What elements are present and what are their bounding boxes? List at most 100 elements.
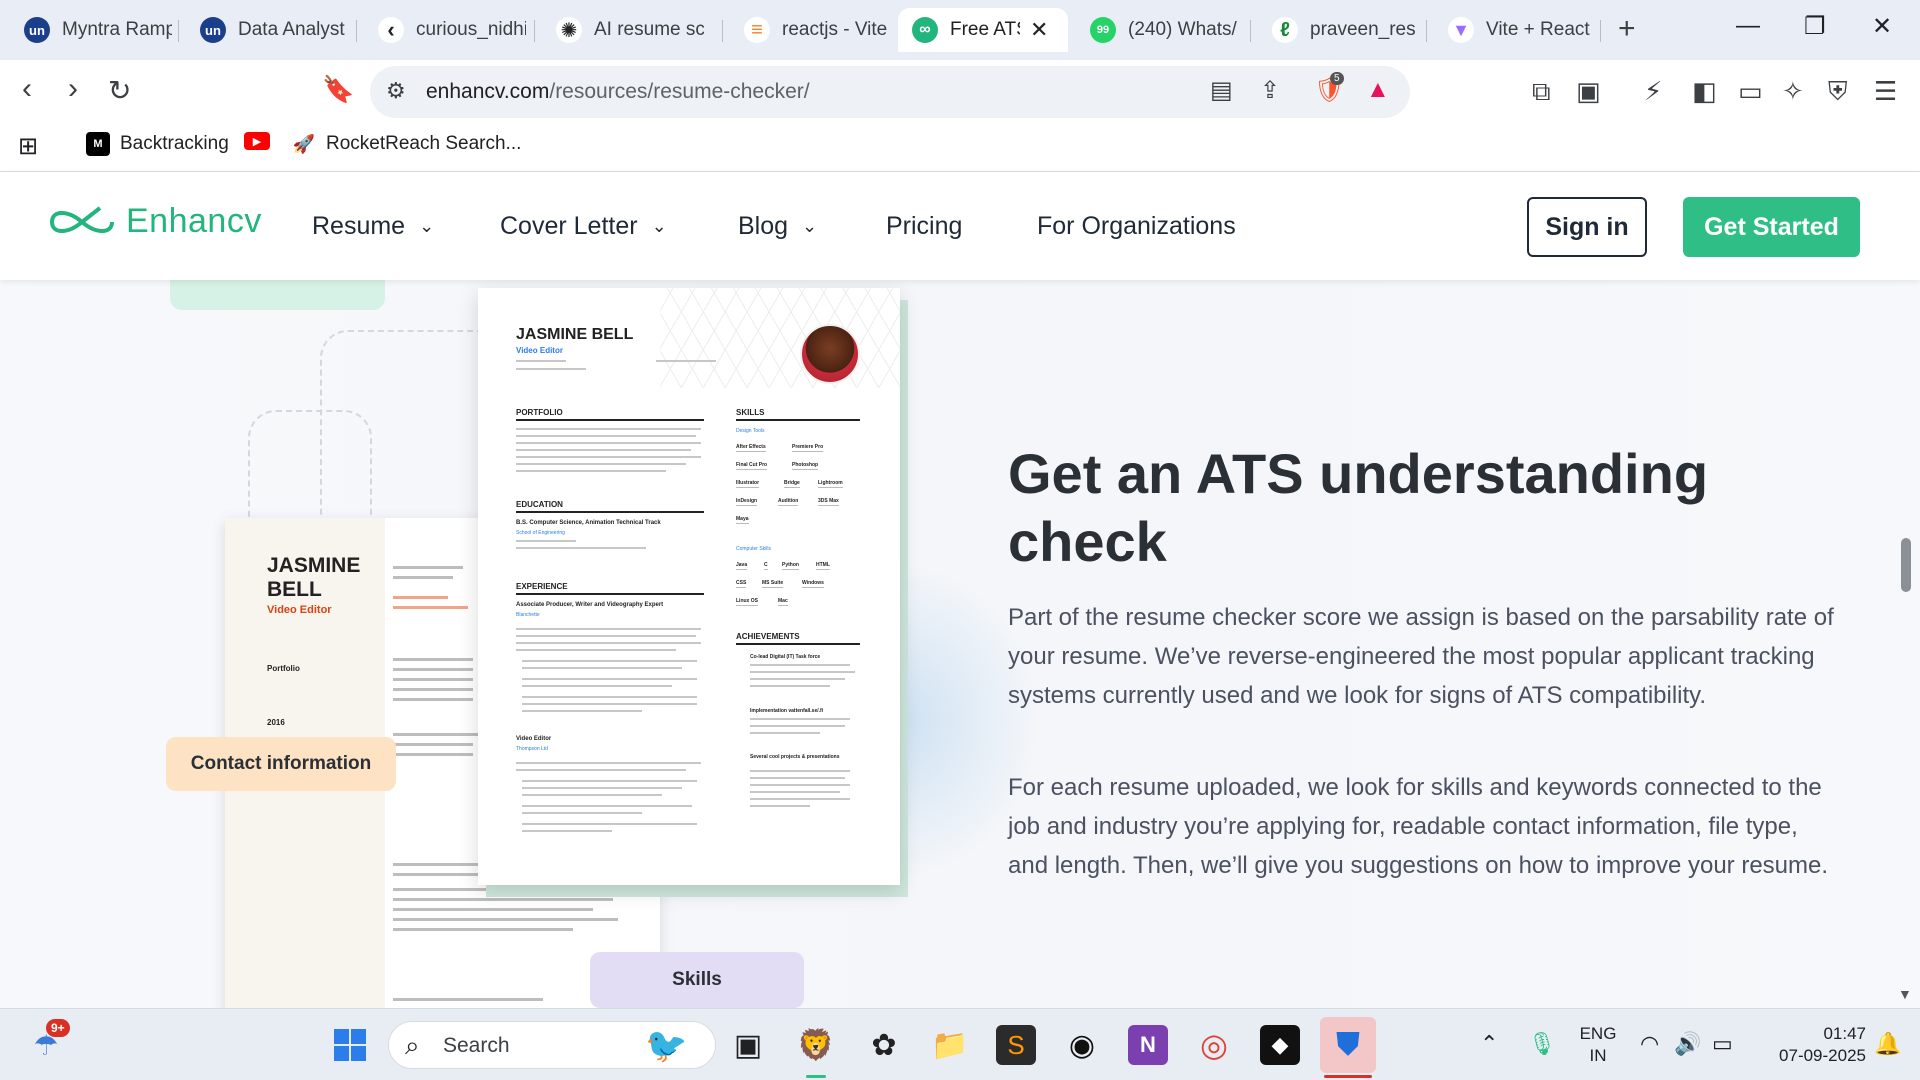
- task-view-icon[interactable]: ▣: [728, 1025, 768, 1065]
- enhancv-logo[interactable]: Enhancv: [48, 202, 262, 241]
- tab-data-analyst[interactable]: un Data Analyst: [186, 8, 362, 52]
- sign-in-button[interactable]: Sign in: [1527, 197, 1647, 257]
- skill-chip: Audition: [778, 498, 799, 506]
- restore-icon[interactable]: ❐: [1804, 12, 1826, 41]
- microphone-icon[interactable]: 🎙: [1528, 1031, 1556, 1057]
- resume-text-line: [393, 678, 473, 681]
- security-app-icon[interactable]: ⛊: [1320, 1017, 1376, 1073]
- nav-cover-letter[interactable]: Cover Letter ⌄: [500, 212, 667, 241]
- resume-front-name: JASMINE BELL: [516, 326, 634, 343]
- wifi-icon[interactable]: ◠: [1640, 1031, 1659, 1057]
- close-tab-icon[interactable]: ✕: [1030, 17, 1048, 43]
- reload-icon[interactable]: ↻: [108, 74, 131, 107]
- get-started-button[interactable]: Get Started: [1683, 197, 1860, 257]
- speed-icon[interactable]: ⚡: [1644, 76, 1662, 107]
- new-tab-icon[interactable]: +: [1618, 12, 1636, 46]
- resume-text-line: [522, 812, 642, 814]
- tab-free-ats[interactable]: ∞ Free ATS ✕: [898, 8, 1068, 52]
- resume-text-line: [750, 791, 840, 793]
- onenote-icon[interactable]: N: [1128, 1025, 1168, 1065]
- chrome-icon[interactable]: ◎: [1194, 1025, 1234, 1065]
- skills-label: Skills: [590, 952, 804, 1008]
- skill-chip: MS Suite: [762, 580, 784, 588]
- resume-text-line: [393, 606, 468, 609]
- sublime-text-icon[interactable]: S: [996, 1025, 1036, 1065]
- tab-title: praveen_res: [1310, 19, 1416, 40]
- screenshot-icon[interactable]: ▣: [1576, 76, 1601, 107]
- resume-text-line: [516, 442, 701, 444]
- vpn-icon[interactable]: ⛨: [1828, 76, 1848, 108]
- scroll-down-arrow-icon[interactable]: ▼: [1898, 986, 1912, 1002]
- resume-back-name: JASMINE BELL: [267, 554, 361, 601]
- leo-ai-icon[interactable]: ✧: [1782, 76, 1804, 107]
- tab-title: Data Analyst: [238, 19, 345, 40]
- extensions-icon[interactable]: ⧉: [1532, 76, 1551, 108]
- youtube-icon: ▶: [244, 132, 270, 150]
- site-header: Enhancv Resume ⌄ Cover Letter ⌄ Blog ⌄ P…: [0, 172, 1920, 280]
- tab-vite-react[interactable]: ▼ Vite + React: [1434, 8, 1610, 52]
- resume-text-line: [516, 769, 686, 771]
- bookmark-icon[interactable]: 🔖: [322, 74, 354, 105]
- reader-mode-icon[interactable]: ▤: [1210, 76, 1233, 105]
- volume-icon[interactable]: 🔊: [1674, 1031, 1701, 1057]
- file-explorer-icon[interactable]: 📁: [930, 1025, 970, 1065]
- share-icon[interactable]: ⇪: [1260, 76, 1280, 105]
- resume-text-line: [516, 628, 701, 630]
- resume-degree: B.S. Computer Science, Animation Technic…: [516, 520, 661, 526]
- resume-header-pattern: [660, 288, 900, 388]
- page-scrollbar-thumb[interactable]: [1901, 538, 1911, 592]
- sidebar-icon[interactable]: ◧: [1692, 76, 1717, 107]
- nav-blog[interactable]: Blog ⌄: [738, 212, 817, 241]
- tab-myntra-ramp[interactable]: un Myntra Ramp: [10, 8, 186, 52]
- tab-separator: [534, 20, 535, 42]
- nav-resume[interactable]: Resume ⌄: [312, 212, 434, 241]
- nav-pricing[interactable]: Pricing: [886, 212, 962, 241]
- battery-icon[interactable]: ▭: [1712, 1031, 1733, 1057]
- back-icon[interactable]: ‹: [22, 72, 32, 106]
- wallet-icon[interactable]: ▭: [1738, 76, 1763, 107]
- tab-curious-nidhi[interactable]: ‹ curious_nidhi: [364, 8, 540, 52]
- resume-text-line: [516, 642, 701, 644]
- resume-text-line: [516, 435, 696, 437]
- address-bar[interactable]: ⚙ enhancv.com/resources/resume-checker/ …: [370, 66, 1410, 118]
- url-text[interactable]: enhancv.com/resources/resume-checker/: [426, 80, 810, 104]
- openai-icon: ✺: [556, 17, 582, 43]
- resume-text-line: [522, 794, 662, 796]
- tab-whatsapp[interactable]: 99 (240) Whats/: [1076, 8, 1252, 52]
- bookmark-youtube[interactable]: ▶: [244, 132, 280, 150]
- nav-pricing-label: Pricing: [886, 212, 963, 240]
- brave-rewards-icon[interactable]: ▲: [1366, 76, 1390, 104]
- apps-grid-icon[interactable]: ⊞: [18, 132, 38, 161]
- resume-text-line: [750, 805, 810, 807]
- cursor-app-icon[interactable]: ◆: [1260, 1025, 1300, 1065]
- chevron-up-icon[interactable]: ⌃: [1480, 1031, 1498, 1057]
- site-settings-icon[interactable]: ⚙: [386, 78, 406, 104]
- nav-for-organizations[interactable]: For Organizations: [1037, 212, 1236, 241]
- tab-praveen-res[interactable]: ℓ praveen_res: [1258, 8, 1434, 52]
- close-window-icon[interactable]: ✕: [1872, 12, 1892, 41]
- resume-text-line: [516, 456, 701, 458]
- resume-text-line: [393, 576, 453, 579]
- start-button[interactable]: [330, 1025, 370, 1065]
- tab-title: Free ATS: [950, 19, 1020, 40]
- resume-text-line: [750, 784, 850, 786]
- bookmark-rocketreach[interactable]: 🚀 RocketReach Search...: [292, 132, 521, 156]
- resume-text-line: [522, 780, 697, 782]
- forward-icon[interactable]: ›: [68, 72, 78, 106]
- resume-text-line: [522, 660, 697, 662]
- language-indicator[interactable]: ENG IN: [1576, 1023, 1620, 1067]
- bookmark-backtracking[interactable]: M Backtracking: [86, 132, 229, 156]
- taskbar-search[interactable]: ⌕ Search 🐦: [388, 1021, 716, 1069]
- resume-front-role: Video Editor: [516, 346, 563, 355]
- notifications-icon[interactable]: 🔔: [1874, 1031, 1901, 1057]
- menu-icon[interactable]: ☰: [1874, 76, 1897, 107]
- tab-ai-resume[interactable]: ✺ AI resume sc: [542, 8, 718, 52]
- minimize-icon[interactable]: —: [1736, 12, 1760, 40]
- copilot-icon[interactable]: ✿: [864, 1025, 904, 1065]
- tab-reactjs-vite[interactable]: ≡ reactjs - Vite: [730, 8, 906, 52]
- brave-browser-icon[interactable]: 🦁: [796, 1025, 836, 1065]
- github-icon[interactable]: ◉: [1062, 1025, 1102, 1065]
- clock[interactable]: 01:47 07-09-2025: [1756, 1023, 1866, 1067]
- resume-section-heading: EXPERIENCE: [516, 582, 704, 595]
- shields-count-badge: 5: [1330, 72, 1344, 85]
